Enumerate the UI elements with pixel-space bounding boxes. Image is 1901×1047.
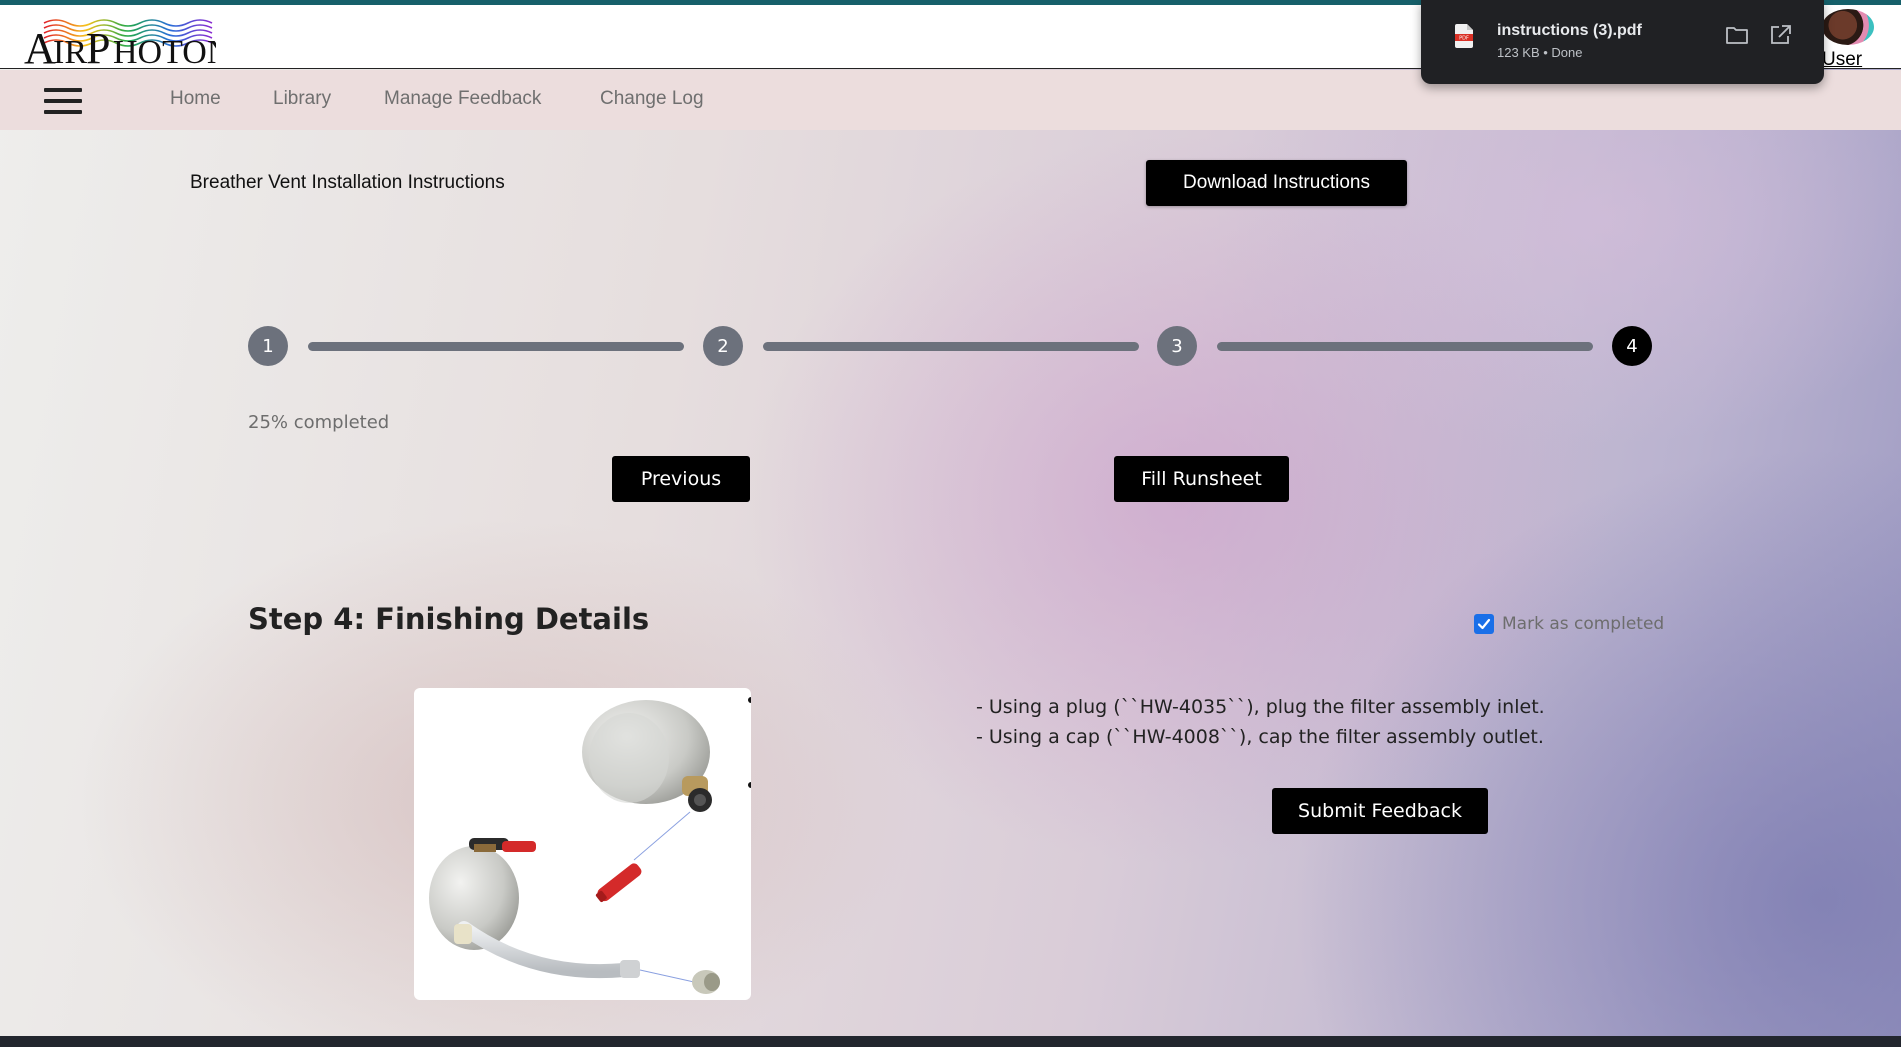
instruction-line: - Using a plug (``HW-4035``), plug the f… <box>976 696 1545 718</box>
step-instructions: - Using a plug (``HW-4035``), plug the f… <box>976 692 1545 752</box>
step-illustration <box>414 688 751 1000</box>
user-link[interactable]: User <box>1822 49 1862 71</box>
download-status: 123 KB • Done <box>1497 45 1583 60</box>
show-in-folder-icon[interactable] <box>1725 24 1749 46</box>
checkmark-icon <box>1477 618 1491 630</box>
download-popup: PDF instructions (3).pdf 123 KB • Done <box>1421 0 1824 84</box>
svg-text:IR: IR <box>53 34 87 67</box>
step-1-circle[interactable]: 1 <box>248 326 288 366</box>
mark-completed-checkbox[interactable] <box>1474 614 1494 634</box>
step-heading: Step 4: Finishing Details <box>248 602 650 636</box>
page-title: Breather Vent Installation Instructions <box>190 172 505 193</box>
mark-completed[interactable]: Mark as completed <box>1474 614 1664 634</box>
open-external-icon[interactable] <box>1769 24 1793 46</box>
svg-text:A: A <box>24 24 56 67</box>
step-connector <box>763 342 1139 351</box>
mark-completed-label: Mark as completed <box>1502 614 1665 634</box>
svg-text:HOTON: HOTON <box>113 34 216 67</box>
step-connector <box>1217 342 1593 351</box>
nav-home[interactable]: Home <box>170 88 221 110</box>
step-connector <box>308 342 684 351</box>
step-3-circle[interactable]: 3 <box>1157 326 1197 366</box>
instruction-line: - Using a cap (``HW-4008``), cap the fil… <box>976 726 1544 748</box>
svg-text:P: P <box>86 24 110 67</box>
nav-change-log[interactable]: Change Log <box>600 88 704 110</box>
airphoton-logo[interactable]: A IR P HOTON <box>24 13 216 67</box>
svg-text:PDF: PDF <box>1459 36 1469 42</box>
os-taskbar <box>0 1036 1901 1047</box>
progress-text: 25% completed <box>248 412 390 433</box>
hamburger-menu-icon[interactable] <box>44 88 82 116</box>
submit-feedback-button[interactable]: Submit Feedback <box>1272 788 1488 834</box>
download-filename[interactable]: instructions (3).pdf <box>1497 22 1642 40</box>
step-2-circle[interactable]: 2 <box>703 326 743 366</box>
download-instructions-button[interactable]: Download Instructions <box>1146 160 1407 206</box>
nav-manage-feedback[interactable]: Manage Feedback <box>384 88 541 110</box>
pdf-file-icon: PDF <box>1455 24 1473 48</box>
nav-library[interactable]: Library <box>273 88 331 110</box>
fill-runsheet-button[interactable]: Fill Runsheet <box>1114 456 1289 502</box>
step-4-circle[interactable]: 4 <box>1612 326 1652 366</box>
user-avatar[interactable] <box>1822 9 1874 45</box>
previous-button[interactable]: Previous <box>612 456 750 502</box>
